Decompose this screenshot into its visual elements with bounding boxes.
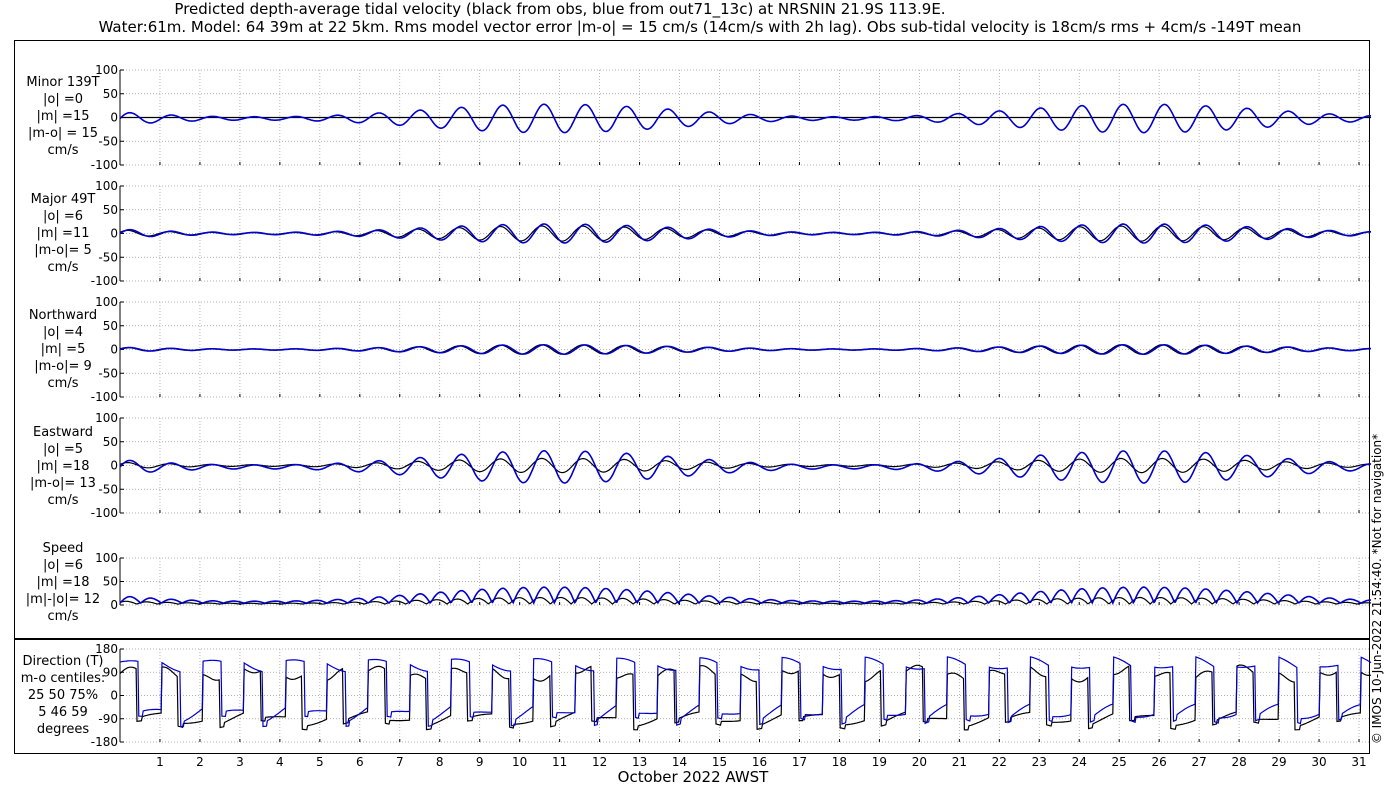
x-tick-label-21: 21 — [952, 755, 967, 769]
x-tick-label-14: 14 — [672, 755, 687, 769]
x-tick-label-4: 4 — [276, 755, 284, 769]
y-tick-label-direction-1: 90 — [103, 665, 118, 679]
series-model-northward — [119, 343, 1371, 355]
x-tick-label-15: 15 — [712, 755, 727, 769]
x-tick-label-2: 2 — [196, 755, 204, 769]
x-tick-label-25: 25 — [1112, 755, 1127, 769]
x-tick-label-6: 6 — [356, 755, 364, 769]
y-tick-label-minor-3: -50 — [98, 134, 118, 148]
y-tick-label-minor-0: 100 — [95, 63, 118, 77]
x-tick-label-13: 13 — [632, 755, 647, 769]
y-tick-label-major-3: -50 — [98, 250, 118, 264]
series-model-eastward — [119, 450, 1371, 484]
x-tick-label-19: 19 — [872, 755, 887, 769]
x-tick-label-30: 30 — [1311, 755, 1326, 769]
x-tick-label-29: 29 — [1271, 755, 1286, 769]
x-axis-label: October 2022 AWST — [617, 768, 769, 786]
x-tick-label-8: 8 — [436, 755, 444, 769]
series-model-minor — [119, 103, 1371, 134]
y-tick-label-northward-2: 0 — [110, 343, 118, 357]
x-tick-label-26: 26 — [1152, 755, 1167, 769]
y-tick-label-major-4: -100 — [91, 274, 118, 288]
y-tick-label-minor-2: 0 — [110, 111, 118, 125]
x-tick-label-22: 22 — [992, 755, 1007, 769]
y-tick-label-eastward-4: -100 — [91, 506, 118, 520]
y-tick-label-speed-1: 50 — [103, 575, 118, 589]
y-tick-label-northward-3: -50 — [98, 366, 118, 380]
x-tick-label-5: 5 — [316, 755, 324, 769]
x-tick-label-28: 28 — [1231, 755, 1246, 769]
y-tick-label-northward-1: 50 — [103, 319, 118, 333]
y-tick-label-major-2: 0 — [110, 227, 118, 241]
y-tick-label-eastward-2: 0 — [110, 459, 118, 473]
y-tick-label-direction-3: -90 — [98, 712, 118, 726]
x-tick-label-18: 18 — [832, 755, 847, 769]
x-tick-label-3: 3 — [236, 755, 244, 769]
y-tick-label-minor-4: -100 — [91, 158, 118, 172]
y-tick-label-direction-4: -180 — [91, 735, 118, 749]
x-tick-label-11: 11 — [552, 755, 567, 769]
y-tick-label-direction-2: 0 — [110, 689, 118, 703]
x-tick-label-10: 10 — [512, 755, 527, 769]
x-tick-label-16: 16 — [752, 755, 767, 769]
x-tick-label-20: 20 — [912, 755, 927, 769]
plots-svg: 100500-50-100100500-50-100100500-50-1001… — [91, 63, 1372, 769]
y-tick-label-speed-0: 100 — [95, 551, 118, 565]
y-tick-label-northward-4: -100 — [91, 390, 118, 404]
x-tick-label-27: 27 — [1191, 755, 1206, 769]
series-model-direction — [119, 656, 1372, 728]
y-tick-label-eastward-3: -50 — [98, 482, 118, 496]
x-tick-label-12: 12 — [592, 755, 607, 769]
y-tick-label-minor-1: 50 — [103, 87, 118, 101]
series-obs-eastward — [119, 457, 1371, 474]
y-tick-label-major-0: 100 — [95, 179, 118, 193]
x-tick-label-24: 24 — [1072, 755, 1087, 769]
copyright-notice: © IMOS 10-Jun-2022 21:54:40. *Not for na… — [1370, 433, 1384, 745]
y-tick-label-northward-0: 100 — [95, 295, 118, 309]
x-tick-label-17: 17 — [792, 755, 807, 769]
x-tick-label-9: 9 — [476, 755, 484, 769]
y-tick-label-speed-2: 0 — [110, 598, 118, 612]
y-tick-label-eastward-1: 50 — [103, 435, 118, 449]
series-obs-direction — [119, 664, 1372, 731]
x-tick-label-31: 31 — [1351, 755, 1366, 769]
x-tick-label-23: 23 — [1032, 755, 1047, 769]
series-model-speed — [119, 586, 1371, 605]
y-tick-label-major-1: 50 — [103, 203, 118, 217]
x-tick-label-1: 1 — [156, 755, 164, 769]
y-tick-label-direction-0: 180 — [95, 642, 118, 656]
y-tick-label-eastward-0: 100 — [95, 411, 118, 425]
x-tick-label-7: 7 — [396, 755, 404, 769]
